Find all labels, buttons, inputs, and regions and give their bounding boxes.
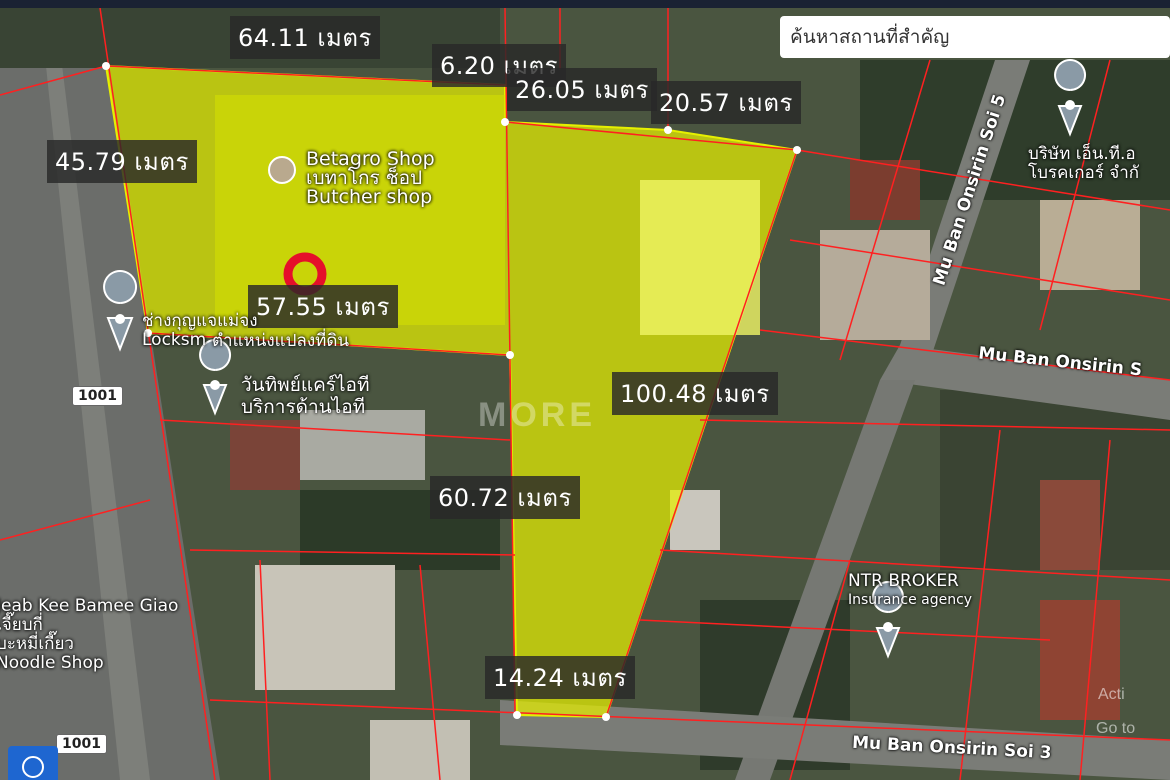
poi-category: บริการด้านไอที [241, 396, 366, 418]
distance-label: 57.55 เมตร [248, 285, 398, 328]
parcel-position-label: ตำแหน่งแปลงที่ดิน [212, 331, 350, 351]
building [230, 420, 300, 490]
distance-label: 60.72 เมตร [430, 476, 580, 519]
locate-icon [22, 756, 44, 778]
poi-category: Butcher shop [306, 186, 433, 208]
locate-me-button[interactable] [8, 746, 58, 780]
distance-label: 100.48 เมตร [612, 372, 778, 415]
poi-name-thai: บะหมี่เกี๊ยว [0, 634, 74, 654]
distance-label: 14.24 เมตร [485, 656, 635, 699]
distance-label: 20.57 เมตร [651, 81, 801, 124]
building [1040, 200, 1140, 290]
distance-label: 45.79 เมตร [47, 140, 197, 183]
poi-label-betagro[interactable]: Betagro Shop เบทาโกร ช็อป Butcher shop [306, 150, 435, 207]
distance-label: 26.05 เมตร [507, 68, 657, 111]
search-input[interactable]: ค้นหาสถานที่สำคัญ [780, 16, 1170, 58]
poi-name: Jeab Kee Bamee Giao [0, 596, 179, 616]
poi-category: Noodle Shop [0, 653, 104, 673]
poi-name: NTR BROKER [848, 571, 959, 591]
poi-label-company[interactable]: บริษัท เอ็น.ที.อ โบรคเกอร์ จำกั [1028, 145, 1139, 183]
building [370, 720, 470, 780]
poi-name: บริษัท เอ็น.ที.อ [1028, 144, 1136, 164]
shopping-pin-icon [268, 156, 296, 184]
activation-watermark: Go to [1096, 720, 1136, 737]
top-bar [0, 0, 1170, 8]
distance-label: 64.11 เมตร [230, 16, 380, 59]
poi-label-ntr[interactable]: NTR BROKER Insurance agency [848, 572, 972, 610]
poi-name: ช่างกุญแจแม่จง [142, 311, 258, 331]
poi-name-thai: เจี๊ยบกี่ [0, 615, 43, 635]
poi-name: โบรคเกอร์ จำกั [1028, 163, 1140, 183]
watermark: MORE [478, 396, 596, 434]
building [1040, 480, 1100, 570]
route-shield: 1001 [72, 386, 123, 406]
poi-name: วันทิพย์แคร์ไอที [241, 374, 370, 396]
building [255, 565, 395, 690]
poi-label-noodle[interactable]: Jeab Kee Bamee Giao เจี๊ยบกี่ บะหมี่เกี๊… [0, 597, 178, 673]
activation-watermark: Acti [1098, 686, 1125, 703]
poi-label-wantip[interactable]: วันทิพย์แคร์ไอที บริการด้านไอที [241, 374, 370, 418]
building [300, 410, 425, 480]
building [820, 230, 930, 340]
poi-category: Insurance agency [848, 592, 973, 608]
route-shield: 1001 [56, 734, 107, 754]
